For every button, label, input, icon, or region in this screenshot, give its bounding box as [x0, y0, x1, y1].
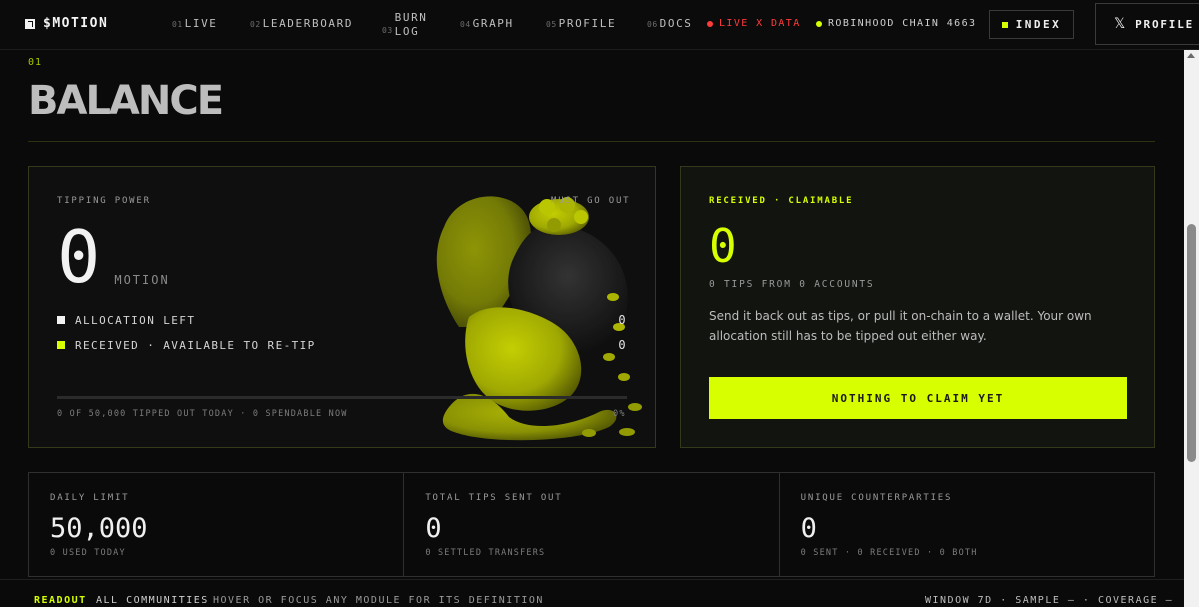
brand-logo-icon — [25, 18, 35, 29]
accent-swatch-icon — [57, 341, 65, 349]
brand-name: $MOTION — [43, 16, 109, 31]
tipping-power-label: TIPPING POWER — [57, 196, 151, 206]
index-button[interactable]: INDEX — [989, 10, 1074, 39]
readout-scope: ALL COMMUNITIES — [96, 595, 209, 606]
stat-total-tips-sent[interactable]: TOTAL TIPS SENT OUT 0 0 SETTLED TRANSFER… — [404, 473, 780, 576]
live-status: LIVE X DATA — [707, 18, 801, 29]
readout-meta: WINDOW 7D · SAMPLE — · COVERAGE — — [925, 595, 1174, 606]
tipping-power-card[interactable]: TIPPING POWER MUST GO OUT 0 MOTION ALLOC… — [28, 166, 656, 448]
claimable-value: 0 — [709, 219, 737, 273]
nav-link-live[interactable]: 01 LIVE — [172, 17, 218, 30]
money-bag-character-icon — [436, 196, 642, 441]
claimable-card[interactable]: RECEIVED · CLAIMABLE 0 0 TIPS FROM 0 ACC… — [680, 166, 1155, 448]
section-divider — [28, 141, 1155, 142]
brand[interactable]: $MOTION — [25, 16, 108, 31]
profile-button[interactable]: 𝕏 PROFILE — [1095, 3, 1199, 45]
scroll-thumb[interactable] — [1187, 224, 1196, 462]
x-logo-icon: 𝕏 — [1114, 16, 1128, 32]
white-swatch-icon — [57, 316, 65, 324]
nav-link-graph[interactable]: 04 GRAPH — [460, 17, 514, 30]
legend-allocation-left: ALLOCATION LEFT 0 — [57, 313, 627, 327]
must-go-out-label: MUST GO OUT — [551, 196, 631, 206]
claimable-label: RECEIVED · CLAIMABLE — [709, 196, 854, 206]
scroll-up-arrow-icon[interactable] — [1187, 53, 1195, 58]
claimable-subtitle: 0 TIPS FROM 0 ACCOUNTS — [709, 279, 875, 290]
nav-link-leaderboard[interactable]: 02 LEADERBOARD — [250, 17, 353, 30]
legend-received-available: RECEIVED · AVAILABLE TO RE-TIP 0 — [57, 338, 627, 352]
stat-unique-counterparties[interactable]: UNIQUE COUNTERPARTIES 0 0 SENT · 0 RECEI… — [780, 473, 1154, 576]
tipped-footer: 0 OF 50,000 TIPPED OUT TODAY · 0 SPENDAB… — [57, 409, 348, 419]
nav-link-burn-log[interactable]: 03BURN LOG — [382, 11, 428, 39]
page-title: BALANCE — [28, 78, 224, 124]
chain-status: ROBINHOOD CHAIN 4663 — [816, 18, 976, 29]
top-nav: $MOTION 01 LIVE 02 LEADERBOARD 03BURN LOG 0… — [0, 0, 1199, 50]
nav-link-docs[interactable]: 06 DOCS — [647, 17, 693, 30]
tipping-power-value: 0 MOTION — [57, 215, 170, 299]
claim-button[interactable]: NOTHING TO CLAIM YET — [709, 377, 1127, 419]
tipped-percent: 0% — [613, 409, 626, 419]
claimable-description: Send it back out as tips, or pull it on-… — [709, 309, 1092, 343]
stat-daily-limit[interactable]: DAILY LIMIT 50,000 0 USED TODAY — [29, 473, 405, 576]
square-icon — [1001, 21, 1008, 28]
section-number: 01 — [28, 57, 43, 68]
readout-bar: READOUT ALL COMMUNITIES HOVER OR FOCUS A… — [0, 579, 1184, 607]
live-dot-icon — [707, 20, 713, 27]
readout-title: READOUT — [34, 595, 87, 606]
tipped-progress-bar — [57, 396, 627, 399]
page-scrollbar[interactable] — [1184, 50, 1199, 607]
chain-dot-icon — [816, 20, 822, 27]
nav-link-profile[interactable]: 05 PROFILE — [546, 17, 616, 30]
stats-row: DAILY LIMIT 50,000 0 USED TODAY TOTAL TI… — [28, 472, 1155, 577]
readout-hint: HOVER OR FOCUS ANY MODULE FOR ITS DEFINI… — [213, 595, 544, 606]
